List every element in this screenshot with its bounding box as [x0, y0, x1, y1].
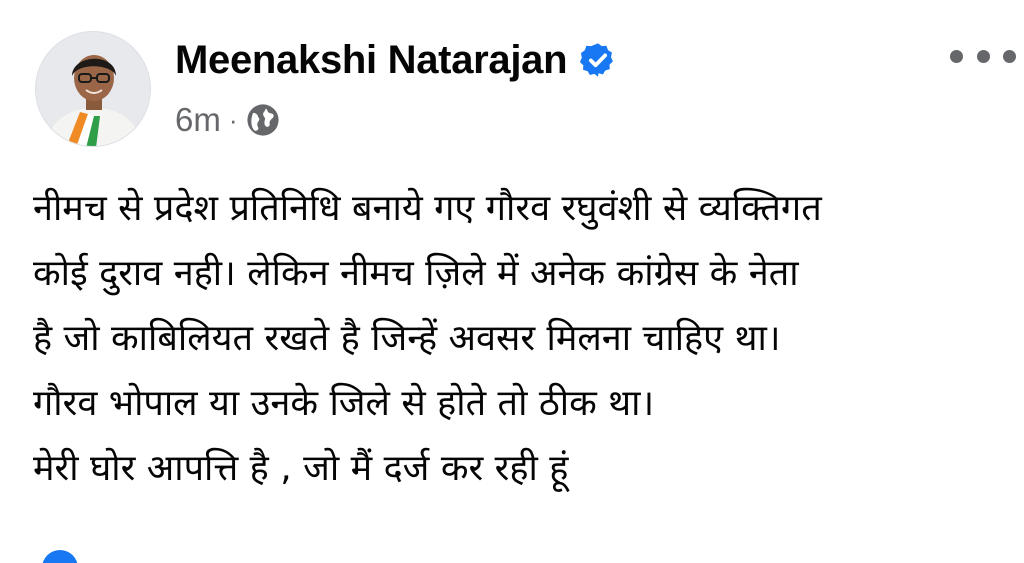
like-reaction-icon[interactable] — [42, 550, 78, 563]
post-body: नीमच से प्रदेश प्रतिनिधि बनाये गए गौरव र… — [33, 176, 1013, 501]
facebook-post: Meenakshi Natarajan 6m · नीमच से प्रदेश … — [0, 0, 1024, 563]
post-body-line: है जो काबिलियत रखते है जिन्हें अवसर मिलन… — [33, 318, 781, 359]
post-body-line: मेरी घोर आपत्ति है , जो मैं दर्ज कर रही … — [33, 448, 569, 489]
more-dot — [950, 49, 963, 63]
post-body-line: कोई दुराव नही। लेकिन नीमच ज़िले में अनेक… — [33, 253, 799, 294]
post-timestamp[interactable]: 6m — [175, 98, 221, 142]
author-avatar[interactable] — [35, 31, 151, 147]
avatar-portrait-image — [36, 32, 150, 146]
verified-badge-icon — [580, 43, 614, 77]
post-body-line: नीमच से प्रदेश प्रतिनिधि बनाये गए गौरव र… — [33, 188, 822, 229]
post-body-line: गौरव भोपाल या उनके जिले से होते तो ठीक थ… — [33, 383, 655, 424]
author-header: Meenakshi Natarajan — [175, 34, 617, 86]
more-dot — [1003, 49, 1016, 63]
more-dot — [976, 49, 990, 63]
globe-icon[interactable] — [246, 103, 280, 137]
more-options-button[interactable] — [950, 36, 1016, 76]
author-name[interactable]: Meenakshi Natarajan — [175, 34, 568, 86]
meta-separator: · — [228, 105, 238, 135]
post-meta: 6m · — [175, 98, 280, 142]
